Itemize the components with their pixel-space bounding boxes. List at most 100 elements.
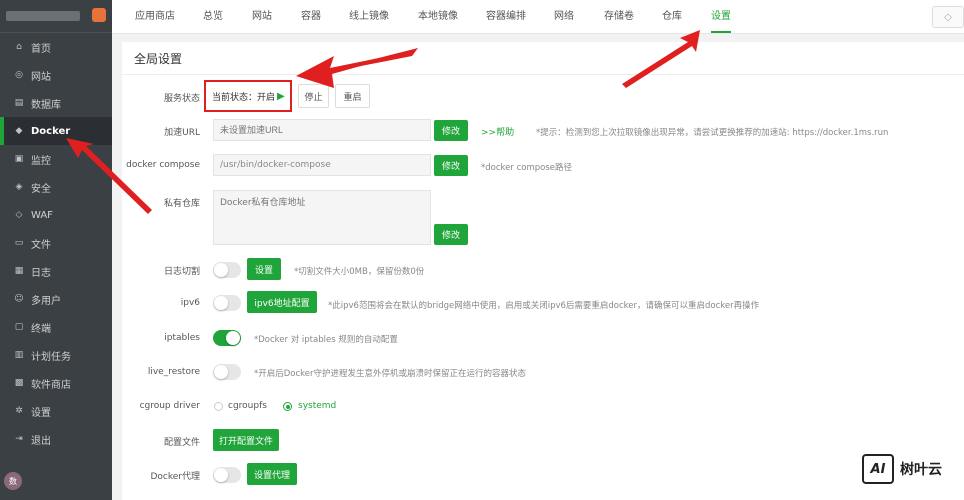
live-restore-toggle[interactable]: [213, 364, 241, 380]
sidebar-item-label: 软件商店: [31, 379, 71, 391]
open-config-file-button[interactable]: 打开配置文件: [213, 429, 279, 451]
service-status-label: 服务状态: [163, 94, 200, 104]
service-status-indicator: 当前状态：开启 ▶: [204, 80, 292, 112]
apps-icon: ▩: [14, 378, 24, 388]
sidebar-item-10[interactable]: ▢ 终端: [0, 313, 112, 341]
ipv6-config-button[interactable]: ipv6地址配置: [247, 291, 317, 313]
compose-save-button[interactable]: 修改: [434, 155, 468, 176]
iptables-hint: *Docker 对 iptables 规则的自动配置: [254, 335, 398, 345]
logout-icon: ⇥: [15, 434, 23, 444]
sidebar-header: [0, 0, 112, 33]
accel-url-input[interactable]: [213, 119, 431, 141]
ipv6-hint: *此ipv6范围将会在默认的bridge网络中使用，启用或关闭ipv6后需要重启…: [328, 301, 760, 311]
sidebar-item-label: 首页: [31, 43, 51, 55]
diamond-icon[interactable]: ◇: [932, 6, 964, 28]
live-restore-label: live_restore: [147, 367, 200, 377]
sidebar-item-label: Docker: [31, 125, 71, 137]
tab-2[interactable]: 网站: [252, 0, 272, 33]
home-icon: ⌂: [16, 42, 22, 52]
sidebar-item-label: 监控: [31, 155, 51, 167]
proxy-toggle[interactable]: [213, 467, 241, 483]
watermark-text: 树叶云: [900, 462, 942, 478]
sidebar-menu: ⌂ 首页 ◎ 网站 ▤ 数据库 ◆ Docker ▣ 监控 ◈ 安全 ◇ WAF ▭ 文件 ▦ 日志 ☺ 多用户 ▢ 终端…: [0, 33, 112, 453]
sidebar-item-5[interactable]: ◈ 安全: [0, 173, 112, 201]
live-restore-hint: *开启后Docker守护进程发生意外停机或崩溃时保留正在运行的容器状态: [254, 369, 527, 379]
sidebar-item-4[interactable]: ▣ 监控: [0, 145, 112, 173]
ipv6-label: ipv6: [180, 298, 200, 308]
iptables-toggle[interactable]: [213, 330, 241, 346]
accel-url-save-button[interactable]: 修改: [434, 120, 468, 141]
tab-1[interactable]: 总览: [203, 0, 223, 33]
sidebar-item-12[interactable]: ▩ 软件商店: [0, 369, 112, 397]
cgroupfs-option[interactable]: cgroupfs: [228, 401, 267, 411]
log-icon: ▦: [14, 266, 24, 276]
sidebar-item-11[interactable]: ▥ 计划任务: [0, 341, 112, 369]
sidebar-item-label: WAF: [31, 209, 53, 221]
tab-6[interactable]: 容器编排: [486, 0, 526, 33]
sidebar-item-label: 日志: [31, 267, 51, 279]
play-icon: ▶: [277, 90, 285, 102]
docker-icon: ◆: [15, 126, 23, 136]
sidebar-item-13[interactable]: ✲ 设置: [0, 397, 112, 425]
tab-4[interactable]: 线上镜像: [349, 0, 389, 33]
sidebar-item-0[interactable]: ⌂ 首页: [0, 33, 112, 61]
iptables-label: iptables: [164, 333, 200, 343]
shield-icon: ◈: [15, 182, 23, 192]
registry-textarea[interactable]: [213, 190, 431, 245]
config-file-label: 配置文件: [163, 438, 200, 448]
watermark: AI 树叶云: [862, 453, 942, 485]
sidebar-item-1[interactable]: ◎ 网站: [0, 61, 112, 89]
sidebar-item-label: 终端: [31, 323, 51, 335]
log-cut-settings-button[interactable]: 设置: [247, 258, 281, 280]
sidebar-item-label: 文件: [31, 239, 51, 251]
tab-8[interactable]: 存储卷: [604, 0, 634, 33]
restart-button[interactable]: 重启: [335, 84, 370, 108]
tab-3[interactable]: 容器: [301, 0, 321, 33]
proxy-label: Docker代理: [150, 472, 200, 482]
compose-path-input[interactable]: /usr/bin/docker-compose: [213, 154, 431, 176]
systemd-option[interactable]: systemd: [298, 401, 336, 411]
sidebar-item-14[interactable]: ⇥ 退出: [0, 425, 112, 453]
log-cut-hint: *切割文件大小0MB，保留份数0份: [294, 267, 425, 277]
sidebar: ⌂ 首页 ◎ 网站 ▤ 数据库 ◆ Docker ▣ 监控 ◈ 安全 ◇ WAF ▭ 文件 ▦ 日志 ☺ 多用户 ▢ 终端…: [0, 0, 112, 500]
divider: [122, 74, 964, 75]
watermark-logo: AI: [862, 454, 894, 484]
tab-10[interactable]: 设置: [711, 0, 731, 33]
systemd-radio[interactable]: [283, 402, 292, 411]
accel-url-label: 加速URL: [164, 128, 200, 138]
users-icon: ☺: [14, 294, 24, 304]
folder-icon: ▭: [14, 238, 24, 248]
compose-label: docker compose: [126, 160, 200, 170]
registry-save-button[interactable]: 修改: [434, 224, 468, 245]
page-title: 全局设置: [134, 52, 183, 66]
sidebar-item-label: 设置: [31, 407, 51, 419]
sidebar-item-7[interactable]: ▭ 文件: [0, 229, 112, 257]
help-link[interactable]: >>帮助: [481, 125, 514, 138]
notification-icon[interactable]: [92, 8, 106, 22]
service-status-text: 当前状态：开启: [212, 92, 276, 103]
sidebar-item-6[interactable]: ◇ WAF: [0, 201, 112, 229]
log-cut-label: 日志切割: [163, 267, 200, 277]
cgroupfs-radio[interactable]: [214, 402, 223, 411]
monitor-icon: ▣: [14, 154, 24, 164]
tab-0[interactable]: 应用商店: [135, 0, 175, 33]
log-cut-toggle[interactable]: [213, 262, 241, 278]
tab-7[interactable]: 网络: [554, 0, 574, 33]
registry-label: 私有仓库: [163, 199, 200, 209]
sidebar-item-2[interactable]: ▤ 数据库: [0, 89, 112, 117]
sidebar-item-label: 网站: [31, 71, 51, 83]
stop-button[interactable]: 停止: [298, 84, 329, 108]
avatar[interactable]: 数: [4, 472, 22, 490]
compose-hint: *docker compose路径: [481, 163, 572, 173]
waf-shield-icon: ◇: [15, 210, 23, 220]
sidebar-item-9[interactable]: ☺ 多用户: [0, 285, 112, 313]
proxy-settings-button[interactable]: 设置代理: [247, 463, 297, 485]
tab-9[interactable]: 仓库: [662, 0, 682, 33]
globe-icon: ◎: [15, 70, 23, 80]
top-tabs: ◇ 应用商店 总览 网站 容器 线上镜像 本地镜像 容器编排 网络 存储卷 仓库 设置: [112, 0, 964, 34]
tab-5[interactable]: 本地镜像: [418, 0, 458, 33]
sidebar-item-8[interactable]: ▦ 日志: [0, 257, 112, 285]
sidebar-item-label: 安全: [31, 183, 51, 195]
ipv6-toggle[interactable]: [213, 295, 241, 311]
sidebar-item-3[interactable]: ◆ Docker: [0, 117, 112, 145]
